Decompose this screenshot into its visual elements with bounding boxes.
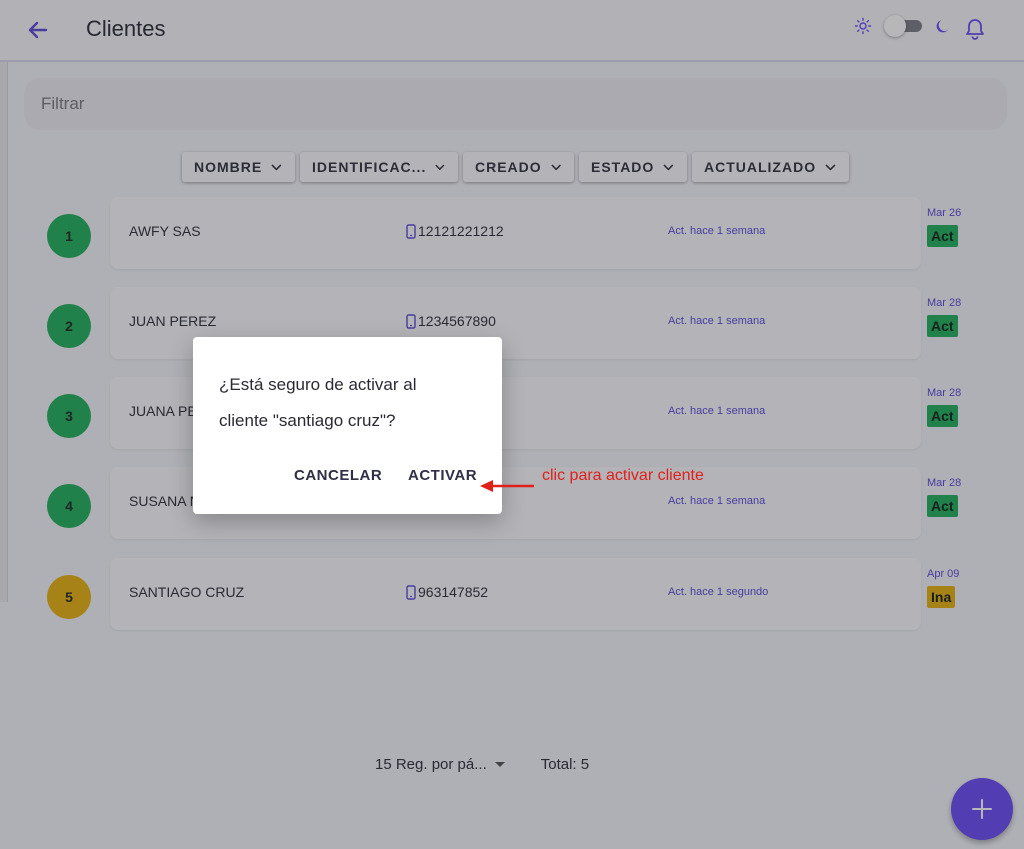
confirm-dialog: ¿Está seguro de activar al cliente "sant… (193, 337, 502, 514)
clients-page: Clientes NOMBRE IDENTIFICAC... CREADO ES… (0, 0, 1024, 849)
dialog-message-line: ¿Está seguro de activar al (219, 375, 417, 394)
modal-backdrop[interactable] (0, 0, 1024, 849)
annotation-note: clic para activar cliente (542, 467, 704, 484)
cancel-button[interactable]: CANCELAR (294, 467, 382, 484)
dialog-message-line: cliente "santiago cruz"? (219, 411, 396, 430)
dialog-message: ¿Está seguro de activar al cliente "sant… (219, 367, 481, 439)
red-arrow-icon (480, 480, 534, 492)
activate-button[interactable]: ACTIVAR (408, 467, 477, 484)
